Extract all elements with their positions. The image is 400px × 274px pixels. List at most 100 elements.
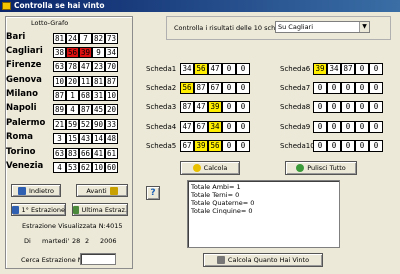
scheda-number-input[interactable]: 0 bbox=[313, 140, 327, 152]
clear-all-label: Pulisci Tutto bbox=[307, 164, 346, 172]
drawn-number: 56 bbox=[66, 47, 79, 58]
scheda-number-input[interactable]: 0 bbox=[236, 121, 250, 133]
scheda-number-input[interactable]: 0 bbox=[327, 121, 341, 133]
clear-all-button[interactable]: Pulisci Tutto bbox=[285, 161, 357, 175]
compute-winnings-button[interactable]: Calcola Quanto Hai Vinto bbox=[203, 253, 323, 267]
scheda-number-input[interactable]: 0 bbox=[327, 82, 341, 94]
drawn-number: 70 bbox=[105, 61, 118, 72]
scheda-number-input[interactable]: 0 bbox=[355, 82, 369, 94]
scheda-number-input[interactable]: 0 bbox=[355, 101, 369, 113]
scheda-number-input[interactable]: 67 bbox=[208, 82, 222, 94]
scheda-number-input[interactable]: 47 bbox=[208, 63, 222, 75]
scheda-number-input[interactable]: 0 bbox=[222, 63, 236, 75]
drawn-number: 68 bbox=[79, 90, 92, 101]
drawn-number: 87 bbox=[53, 90, 66, 101]
city-label: Torino bbox=[6, 147, 36, 157]
city-label: Genova bbox=[6, 75, 42, 85]
back-button[interactable]: Indietro bbox=[11, 184, 61, 197]
drawn-number: 10 bbox=[92, 162, 105, 173]
compute-winnings-label: Calcola Quanto Hai Vinto bbox=[227, 256, 310, 264]
scheda-number-input[interactable]: 87 bbox=[180, 101, 194, 113]
scheda-number-input[interactable]: 0 bbox=[369, 82, 383, 94]
scheda-number-input[interactable]: 0 bbox=[341, 101, 355, 113]
scheda-number-input[interactable]: 0 bbox=[369, 121, 383, 133]
drawn-number: 9 bbox=[92, 47, 105, 58]
city-label: Venezia bbox=[6, 161, 44, 171]
drawn-number: 4 bbox=[66, 104, 79, 115]
scheda-number-input[interactable]: 67 bbox=[194, 121, 208, 133]
scheda-number-input[interactable]: 0 bbox=[369, 140, 383, 152]
drawn-number: 63 bbox=[53, 148, 66, 159]
scheda-number-input[interactable]: 39 bbox=[313, 63, 327, 75]
scheda-number-input[interactable]: 0 bbox=[313, 82, 327, 94]
arrow-left-icon bbox=[17, 186, 26, 195]
scheda-number-input[interactable]: 0 bbox=[355, 63, 369, 75]
wheel-selected-value: Su Cagliari bbox=[278, 23, 314, 31]
scheda-number-input[interactable]: 56 bbox=[180, 82, 194, 94]
check-label: Controlla i risultati delle 10 schede bbox=[174, 24, 288, 32]
scheda-number-input[interactable]: 0 bbox=[222, 121, 236, 133]
scheda-number-input[interactable]: 0 bbox=[222, 140, 236, 152]
lotto-heading: Lotto-Grafo bbox=[31, 19, 69, 27]
result-line: Totale Ambi= 1 bbox=[191, 183, 241, 191]
search-draw-input[interactable] bbox=[80, 253, 116, 265]
scheda-label: Scheda5 bbox=[146, 142, 177, 150]
scheda-number-input[interactable]: 39 bbox=[208, 101, 222, 113]
drawn-number: 20 bbox=[105, 104, 118, 115]
scheda-number-input[interactable]: 56 bbox=[194, 63, 208, 75]
last-draw-button[interactable]: Ultima Estraz. bbox=[72, 203, 128, 216]
first-draw-button[interactable]: 1° Estrazione bbox=[11, 203, 66, 216]
scheda-number-input[interactable]: 47 bbox=[180, 121, 194, 133]
calcola-button[interactable]: Calcola bbox=[180, 161, 240, 175]
city-label: Palermo bbox=[6, 118, 46, 128]
scheda-number-input[interactable]: 34 bbox=[327, 63, 341, 75]
drawn-number: 7 bbox=[79, 33, 92, 44]
scheda-number-input[interactable]: 0 bbox=[355, 121, 369, 133]
drawn-number: 10 bbox=[53, 76, 66, 87]
drawn-number: 73 bbox=[105, 33, 118, 44]
scheda-number-input[interactable]: 0 bbox=[236, 63, 250, 75]
scheda-number-input[interactable]: 0 bbox=[313, 101, 327, 113]
drawn-number: 43 bbox=[79, 133, 92, 144]
drawn-number: 60 bbox=[105, 162, 118, 173]
drawn-number: 59 bbox=[66, 119, 79, 130]
scheda-number-input[interactable]: 67 bbox=[180, 140, 194, 152]
scheda-number-input[interactable]: 87 bbox=[194, 82, 208, 94]
scheda-number-input[interactable]: 0 bbox=[341, 121, 355, 133]
result-line: Totale Cinquine= 0 bbox=[191, 207, 253, 215]
calcola-label: Calcola bbox=[203, 164, 228, 172]
scheda-label: Scheda3 bbox=[146, 103, 177, 111]
wheel-select[interactable]: Su Cagliari ▼ bbox=[275, 21, 370, 33]
help-button[interactable]: ? bbox=[146, 186, 160, 200]
scheda-number-input[interactable]: 39 bbox=[194, 140, 208, 152]
drawn-number: 21 bbox=[53, 119, 66, 130]
scheda-number-input[interactable]: 0 bbox=[369, 101, 383, 113]
scheda-number-input[interactable]: 0 bbox=[236, 101, 250, 113]
drawn-number: 87 bbox=[105, 76, 118, 87]
scheda-number-input[interactable]: 0 bbox=[236, 82, 250, 94]
scheda-number-input[interactable]: 34 bbox=[208, 121, 222, 133]
scheda-number-input[interactable]: 0 bbox=[236, 140, 250, 152]
scheda-number-input[interactable]: 0 bbox=[222, 82, 236, 94]
scheda-number-input[interactable]: 56 bbox=[208, 140, 222, 152]
scheda-number-input[interactable]: 0 bbox=[341, 82, 355, 94]
scheda-number-input[interactable]: 0 bbox=[369, 63, 383, 75]
scheda-number-input[interactable]: 0 bbox=[355, 140, 369, 152]
city-label: Cagliari bbox=[6, 46, 43, 56]
scheda-number-input[interactable]: 0 bbox=[313, 121, 327, 133]
scheda-number-input[interactable]: 0 bbox=[341, 140, 355, 152]
forward-button[interactable]: Avanti bbox=[76, 184, 128, 197]
drawn-number: 66 bbox=[79, 148, 92, 159]
scheda-number-input[interactable]: 0 bbox=[327, 140, 341, 152]
scheda-number-input[interactable]: 47 bbox=[194, 101, 208, 113]
scheda-label: Scheda8 bbox=[280, 103, 311, 111]
drawn-number: 15 bbox=[66, 133, 79, 144]
drawn-number: 34 bbox=[105, 47, 118, 58]
scheda-number-input[interactable]: 0 bbox=[222, 101, 236, 113]
city-label: Napoli bbox=[6, 103, 37, 113]
chevron-down-icon[interactable]: ▼ bbox=[359, 22, 369, 32]
scheda-number-input[interactable]: 0 bbox=[327, 101, 341, 113]
scheda-number-input[interactable]: 34 bbox=[180, 63, 194, 75]
scheda-number-input[interactable]: 87 bbox=[341, 63, 355, 75]
scheda-label: Scheda9 bbox=[280, 123, 311, 131]
